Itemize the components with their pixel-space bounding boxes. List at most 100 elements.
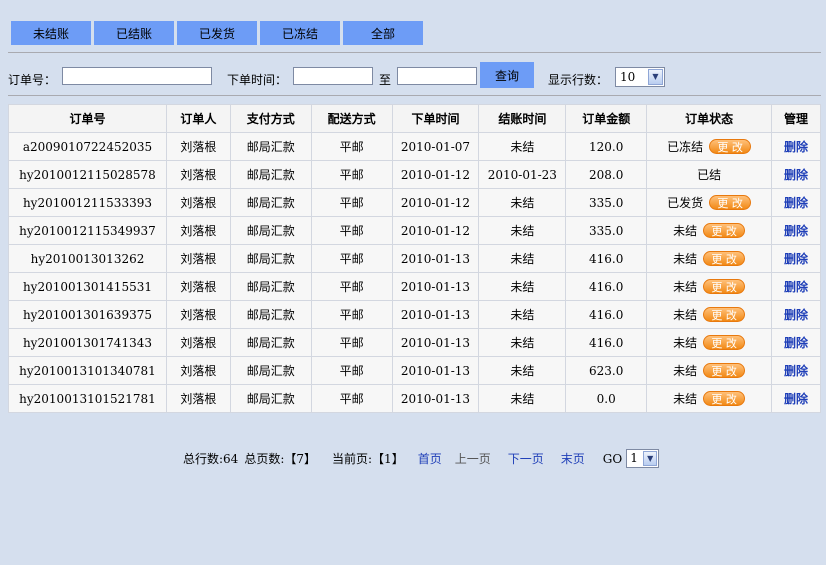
cell-manage: 删除 bbox=[771, 244, 821, 273]
cell-pay: 邮局汇款 bbox=[229, 132, 312, 161]
order-no-input[interactable] bbox=[62, 67, 212, 85]
edit-button[interactable]: 更 改 bbox=[703, 307, 746, 322]
tab-unsettled[interactable]: 未结账 bbox=[11, 21, 91, 45]
delete-link[interactable]: 删除 bbox=[784, 280, 808, 294]
total-pages: 总页数:【7】 bbox=[244, 452, 317, 466]
cell-ship: 平邮 bbox=[310, 216, 393, 245]
cell-status: 已冻结更 改 bbox=[646, 132, 773, 161]
delete-link[interactable]: 删除 bbox=[784, 140, 808, 154]
cell-manage: 删除 bbox=[771, 216, 821, 245]
last-page-link[interactable]: 末页 bbox=[561, 450, 585, 467]
header-order-no: 订单号 bbox=[8, 104, 167, 133]
status-text: 未结 bbox=[673, 336, 698, 350]
cell-manage: 删除 bbox=[771, 160, 821, 189]
tab-settled[interactable]: 已结账 bbox=[94, 21, 174, 45]
cell-order-time: 2010-01-12 bbox=[391, 160, 480, 189]
time-from-input[interactable] bbox=[293, 67, 373, 85]
header-ship: 配送方式 bbox=[310, 104, 393, 133]
table-row: a2009010722452035 刘落根 邮局汇款 平邮 2010-01-07 未结 12… bbox=[8, 132, 821, 161]
edit-button[interactable]: 更 改 bbox=[703, 391, 746, 406]
rows-select[interactable]: 10 ▼ bbox=[615, 67, 665, 87]
delete-link[interactable]: 删除 bbox=[784, 252, 808, 266]
cell-pay: 邮局汇款 bbox=[229, 384, 312, 413]
table-row: hy2010013013262 刘落根 邮局汇款 平邮 2010-01-13 未结 416.… bbox=[8, 244, 821, 273]
prev-page-link: 上一页 bbox=[454, 452, 491, 466]
delete-link[interactable]: 删除 bbox=[784, 224, 808, 238]
header-status: 订单状态 bbox=[646, 104, 773, 133]
header-settle-time: 结账时间 bbox=[478, 104, 567, 133]
cell-order-time: 2010-01-07 bbox=[391, 132, 480, 161]
next-page-link[interactable]: 下一页 bbox=[508, 450, 544, 467]
cell-order-no: hy2010013101340781 bbox=[8, 356, 167, 385]
status-wrap: 未结更 改 bbox=[673, 306, 746, 323]
edit-button[interactable]: 更 改 bbox=[703, 335, 746, 350]
edit-button[interactable]: 更 改 bbox=[703, 279, 746, 294]
edit-button[interactable]: 更 改 bbox=[703, 223, 746, 238]
cell-order-time: 2010-01-13 bbox=[391, 272, 480, 301]
edit-button[interactable]: 更 改 bbox=[709, 195, 752, 210]
header-person: 订单人 bbox=[165, 104, 231, 133]
cell-pay: 邮局汇款 bbox=[229, 328, 312, 357]
delete-link[interactable]: 删除 bbox=[784, 392, 808, 406]
cell-order-no: hy201001211533393 bbox=[8, 188, 167, 217]
status-tabs: 未结账 已结账 已发货 已冻结 全部 bbox=[11, 21, 423, 45]
cell-pay: 邮局汇款 bbox=[229, 160, 312, 189]
top-divider bbox=[8, 52, 821, 53]
header-pay: 支付方式 bbox=[229, 104, 312, 133]
cell-status: 已发货更 改 bbox=[646, 188, 773, 217]
edit-button[interactable]: 更 改 bbox=[709, 139, 752, 154]
table-row: hy201001301639375 刘落根 邮局汇款 平邮 2010-01-13 未结 41… bbox=[8, 300, 821, 329]
cell-status: 未结更 改 bbox=[646, 356, 773, 385]
status-text: 已发货 bbox=[667, 196, 704, 210]
cell-order-time: 2010-01-13 bbox=[391, 384, 480, 413]
cell-order-no: hy201001301415531 bbox=[8, 272, 167, 301]
header-manage: 管理 bbox=[771, 104, 821, 133]
cell-settle-time: 未结 bbox=[478, 244, 567, 273]
status-text: 已冻结 bbox=[667, 140, 704, 154]
status-wrap: 未结更 改 bbox=[673, 278, 746, 295]
rows-label: 显示行数： bbox=[548, 73, 609, 87]
cell-amount: 623.0 bbox=[565, 356, 648, 385]
table-row: hy2010013101340781 刘落根 邮局汇款 平邮 2010-01-13 未结 6… bbox=[8, 356, 821, 385]
edit-button[interactable]: 更 改 bbox=[703, 251, 746, 266]
cell-manage: 删除 bbox=[771, 132, 821, 161]
delete-link[interactable]: 删除 bbox=[784, 308, 808, 322]
pagination: 总行数:64 总页数:【7】 当前页:【1】 首页 上一页 下一页 末页 GO … bbox=[183, 449, 660, 468]
cell-order-no: hy2010013101521781 bbox=[8, 384, 167, 413]
cell-status: 未结更 改 bbox=[646, 384, 773, 413]
cell-person: 刘落根 bbox=[165, 300, 231, 329]
cell-status: 未结更 改 bbox=[646, 328, 773, 357]
cell-person: 刘落根 bbox=[165, 216, 231, 245]
status-wrap: 未结更 改 bbox=[673, 390, 746, 407]
edit-button[interactable]: 更 改 bbox=[703, 363, 746, 378]
query-button[interactable]: 查询 bbox=[480, 62, 534, 88]
current-page: 当前页:【1】 bbox=[332, 452, 404, 466]
status-wrap: 已冻结更 改 bbox=[667, 138, 752, 155]
time-to-input[interactable] bbox=[397, 67, 477, 85]
status-text: 未结 bbox=[673, 308, 698, 322]
cell-order-no: hy201001301741343 bbox=[8, 328, 167, 357]
cell-ship: 平邮 bbox=[310, 188, 393, 217]
rows-select-value: 10 bbox=[620, 70, 636, 84]
status-text: 未结 bbox=[673, 392, 698, 406]
cell-amount: 208.0 bbox=[565, 160, 648, 189]
cell-order-no: hy201001301639375 bbox=[8, 300, 167, 329]
tab-frozen[interactable]: 已冻结 bbox=[260, 21, 340, 45]
tab-all[interactable]: 全部 bbox=[343, 21, 423, 45]
cell-ship: 平邮 bbox=[310, 272, 393, 301]
cell-manage: 删除 bbox=[771, 328, 821, 357]
cell-ship: 平邮 bbox=[310, 328, 393, 357]
first-page-link[interactable]: 首页 bbox=[418, 450, 442, 467]
delete-link[interactable]: 删除 bbox=[784, 364, 808, 378]
cell-amount: 335.0 bbox=[565, 216, 648, 245]
cell-order-time: 2010-01-12 bbox=[391, 216, 480, 245]
tab-shipped[interactable]: 已发货 bbox=[177, 21, 257, 45]
page-select[interactable]: 1 ▼ bbox=[626, 449, 660, 468]
delete-link[interactable]: 删除 bbox=[784, 336, 808, 350]
delete-link[interactable]: 删除 bbox=[784, 168, 808, 182]
cell-settle-time: 未结 bbox=[478, 328, 567, 357]
status-wrap: 已结 bbox=[697, 166, 721, 183]
cell-pay: 邮局汇款 bbox=[229, 300, 312, 329]
delete-link[interactable]: 删除 bbox=[784, 196, 808, 210]
table-row: hy2010012115028578 刘落根 邮局汇款 平邮 2010-01-12 201… bbox=[8, 160, 821, 189]
